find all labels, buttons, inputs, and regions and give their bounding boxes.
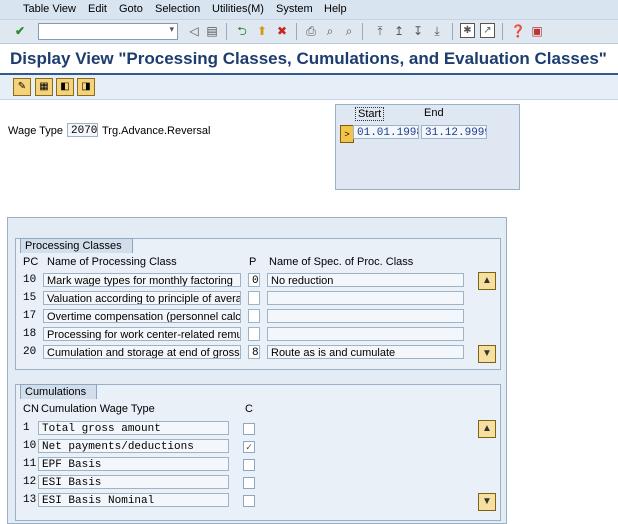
cn-code: 10 [23, 440, 37, 452]
prev-icon[interactable]: ◁ [186, 23, 202, 39]
scroll-down-icon[interactable]: ▼ [478, 345, 496, 363]
cn-code: 1 [23, 422, 30, 434]
processing-spec-field[interactable] [248, 327, 260, 341]
pc-code: 18 [23, 328, 37, 340]
last-page-icon[interactable]: ⤓ [429, 23, 445, 39]
application-toolbar: ✎ ▦ ◧ ◨ [0, 75, 618, 100]
wage-type-label: Wage Type [8, 125, 64, 137]
pc-code: 17 [23, 310, 37, 322]
cumulation-name: Total gross amount [38, 421, 229, 435]
cumulation-checkbox[interactable] [243, 459, 255, 471]
spec-name [267, 309, 464, 323]
wage-type-text: Trg.Advance.Reversal [102, 125, 211, 137]
validity-period-box: Start End > 01.01.1998 31.12.9999 [335, 104, 520, 190]
cumulation-checkbox[interactable]: ✓ [243, 441, 255, 453]
col-spec-name: Name of Spec. of Proc. Class [269, 256, 414, 268]
cumulation-name: EPF Basis [38, 457, 229, 471]
scroll-up-icon[interactable]: ▲ [478, 420, 496, 438]
standard-toolbar: ✔ ▾ ◁ ▤ ⮌ ⬆ ✖ ⎙ ⌕ ⌕ ⤒ ↥ ↧ ⤓ ✱ ↗ ❓ ▣ [0, 20, 618, 44]
previous-entry-icon[interactable]: ◧ [56, 78, 74, 96]
cancel-icon[interactable]: ✖ [274, 23, 290, 39]
start-label: Start [355, 107, 385, 121]
menu-system[interactable]: System [276, 3, 313, 15]
col-cn: CN [23, 403, 39, 415]
create-session-icon[interactable]: ✱ [460, 23, 475, 38]
col-p: P [249, 256, 257, 268]
detail-panel: Processing Classes PC Name of Processing… [7, 217, 507, 524]
exit-icon[interactable]: ⬆ [254, 23, 270, 39]
scroll-up-icon[interactable]: ▲ [478, 272, 496, 290]
find-next-icon[interactable]: ⌕ [341, 23, 357, 39]
next-entry-icon[interactable]: ◨ [77, 78, 95, 96]
menu-utilities[interactable]: Utilities(M) [212, 3, 264, 15]
pc-code: 20 [23, 346, 37, 358]
processing-spec-field[interactable]: 0 [248, 273, 260, 287]
menu-bar: Table View Edit Goto Selection Utilities… [0, 0, 618, 20]
prev-page-icon[interactable]: ↥ [391, 23, 407, 39]
col-pc: PC [23, 256, 39, 268]
cumulations-title: Cumulations [20, 384, 98, 399]
check-icon[interactable]: ✔ [12, 23, 28, 39]
help-icon[interactable]: ❓ [510, 23, 526, 39]
end-date-field[interactable]: 31.12.9999 [421, 125, 487, 139]
menu-edit[interactable]: Edit [88, 3, 107, 15]
menu-table-view[interactable]: Table View [23, 3, 76, 15]
processing-class-name: Valuation according to principle of aver… [43, 291, 241, 305]
menu-selection[interactable]: Selection [155, 3, 200, 15]
processing-classes-group: Processing Classes PC Name of Processing… [15, 238, 501, 370]
display-change-icon[interactable]: ✎ [13, 78, 31, 96]
col-cumulation-wage-type: Cumulation Wage Type [41, 403, 155, 415]
scroll-down-icon[interactable]: ▼ [478, 493, 496, 511]
page-title: Display View "Processing Classes, Cumula… [10, 49, 607, 68]
cn-code: 13 [23, 494, 37, 506]
cumulation-name: ESI Basis [38, 475, 229, 489]
next-page-icon[interactable]: ↧ [410, 23, 426, 39]
command-field[interactable]: ▾ [38, 23, 178, 40]
cumulation-checkbox[interactable] [243, 477, 255, 489]
spec-name: No reduction [267, 273, 464, 287]
pc-code: 15 [23, 292, 37, 304]
processing-class-name: Processing for work center-related remu [43, 327, 241, 341]
cn-code: 12 [23, 476, 37, 488]
processing-class-name: Cumulation and storage at end of gross [43, 345, 241, 359]
processing-class-name: Overtime compensation (personnel calc [43, 309, 241, 323]
cumulation-checkbox[interactable] [243, 423, 255, 435]
back-icon[interactable]: ⮌ [234, 23, 250, 39]
cumulation-name: Net payments/deductions [38, 439, 229, 453]
processing-spec-field[interactable] [248, 291, 260, 305]
cumulations-group: Cumulations CN Cumulation Wage Type C 1 … [15, 384, 501, 521]
processing-classes-title: Processing Classes [20, 238, 133, 253]
processing-spec-field[interactable] [248, 309, 260, 323]
title-bar: Display View "Processing Classes, Cumula… [0, 45, 618, 75]
save-icon[interactable]: ▤ [204, 23, 220, 39]
processing-spec-field[interactable]: 8 [248, 345, 260, 359]
print-icon[interactable]: ⎙ [303, 23, 319, 39]
wage-type-field[interactable]: 2070 [67, 123, 98, 137]
pc-code: 10 [23, 274, 37, 286]
start-date-field[interactable]: 01.01.1998 [353, 125, 419, 139]
spec-name [267, 291, 464, 305]
menu-goto[interactable]: Goto [119, 3, 143, 15]
find-icon[interactable]: ⌕ [322, 23, 338, 39]
processing-class-name: Mark wage types for monthly factoring [43, 273, 241, 287]
shortcut-icon[interactable]: ↗ [480, 23, 495, 38]
col-c: C [245, 403, 253, 415]
period-select-button[interactable]: > [340, 125, 354, 143]
command-dropdown-icon[interactable]: ▾ [169, 24, 174, 35]
spec-name [267, 327, 464, 341]
col-processing-class-name: Name of Processing Class [47, 256, 177, 268]
menu-help[interactable]: Help [324, 3, 347, 15]
first-page-icon[interactable]: ⤒ [372, 23, 388, 39]
spec-name: Route as is and cumulate [267, 345, 464, 359]
cumulation-name: ESI Basis Nominal [38, 493, 229, 507]
details-icon[interactable]: ▦ [35, 78, 53, 96]
cn-code: 11 [23, 458, 37, 470]
customize-icon[interactable]: ▣ [529, 23, 545, 39]
end-label: End [424, 107, 444, 119]
cumulation-checkbox[interactable] [243, 495, 255, 507]
